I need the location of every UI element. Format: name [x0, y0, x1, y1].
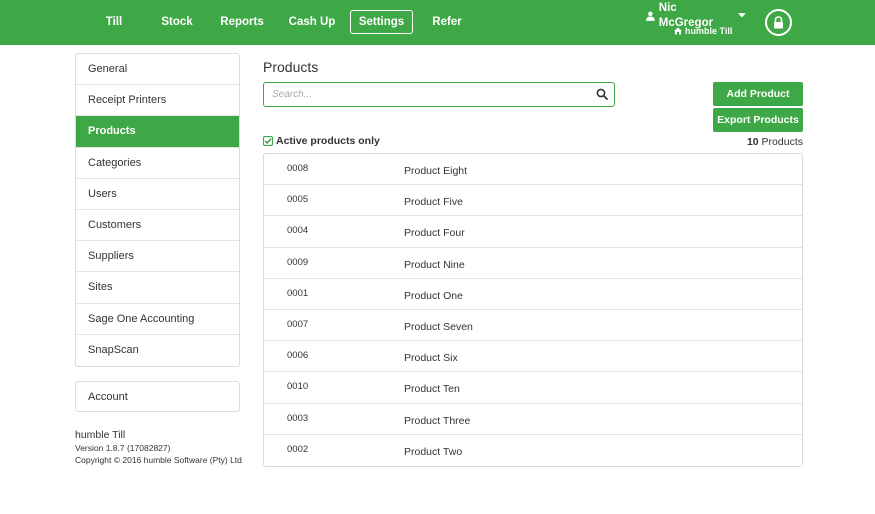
- nav-item-till[interactable]: Till: [95, 10, 133, 34]
- sidebar-item-sites[interactable]: Sites: [76, 272, 239, 304]
- sidebar-item-snapscan[interactable]: SnapScan: [76, 335, 239, 366]
- table-row[interactable]: 0008 Product Eight: [264, 154, 802, 186]
- nav-item-cash-up[interactable]: Cash Up: [286, 10, 338, 34]
- table-row[interactable]: 0001 Product One: [264, 279, 802, 310]
- table-row[interactable]: 0009 Product Nine: [264, 248, 802, 279]
- product-code: 0006: [287, 350, 309, 362]
- product-code: 0002: [287, 443, 309, 455]
- active-products-filter[interactable]: Active products only: [263, 135, 380, 147]
- sidebar-item-users[interactable]: Users: [76, 179, 239, 210]
- product-name: Product Four: [404, 227, 465, 240]
- sidebar-item-receipt-printers[interactable]: Receipt Printers: [76, 85, 239, 117]
- table-row[interactable]: 0005 Product Five: [264, 185, 802, 217]
- caret-down-icon: [738, 13, 747, 18]
- table-row[interactable]: 0010 Product Ten: [264, 372, 802, 404]
- product-count-number: 10: [746, 136, 759, 148]
- product-code: 0001: [287, 287, 309, 299]
- home-icon: [674, 27, 682, 35]
- search-input[interactable]: [272, 86, 592, 103]
- product-code: 0004: [287, 225, 309, 237]
- store-name: humble Till: [685, 26, 733, 36]
- about-version: Version 1.8.7 (17082827): [75, 443, 171, 453]
- product-code: 0007: [287, 318, 309, 330]
- checkbox-checked-icon[interactable]: [263, 136, 273, 146]
- add-product-button[interactable]: Add Product: [713, 82, 803, 106]
- nav-item-reports[interactable]: Reports: [219, 10, 265, 34]
- product-name: Product Nine: [404, 258, 465, 271]
- product-count: 10 Products: [747, 136, 803, 148]
- product-code: 0009: [287, 256, 309, 268]
- top-nav-bar: Till Stock Reports Cash Up Settings Refe…: [0, 0, 875, 45]
- about-copyright: Copyright © 2016 humble Software (Pty) L…: [75, 455, 242, 465]
- product-name: Product Two: [404, 445, 463, 458]
- nav-item-stock[interactable]: Stock: [156, 10, 198, 34]
- search-icon[interactable]: [596, 88, 608, 100]
- product-name: Product Ten: [404, 383, 460, 396]
- nav-item-refer[interactable]: Refer: [427, 10, 467, 34]
- products-table: 0008 Product Eight 0005 Product Five 0004 P…: [263, 153, 803, 467]
- product-code: 0008: [287, 163, 309, 174]
- table-row[interactable]: 0002 Product Two: [264, 435, 802, 466]
- export-products-button[interactable]: Export Products: [713, 108, 803, 132]
- about-app-name: humble Till: [75, 429, 126, 441]
- sidebar-item-account[interactable]: Account: [75, 381, 240, 412]
- product-code: 0005: [287, 194, 309, 206]
- user-icon: [646, 11, 655, 21]
- product-name: Product Three: [404, 414, 471, 427]
- table-row[interactable]: 0006 Product Six: [264, 341, 802, 373]
- table-row[interactable]: 0007 Product Seven: [264, 310, 802, 342]
- product-code: 0010: [287, 381, 309, 393]
- sidebar-item-customers[interactable]: Customers: [76, 210, 239, 242]
- about-info: humble Till Version 1.8.7 (17082827) Cop…: [75, 429, 245, 466]
- product-name: Product Eight: [404, 165, 468, 177]
- settings-sidebar: General Receipt Printers Products Catego…: [75, 53, 240, 367]
- table-row[interactable]: 0003 Product Three: [264, 404, 802, 435]
- product-name: Product Six: [404, 352, 458, 365]
- sidebar-item-categories[interactable]: Categories: [76, 148, 239, 179]
- sidebar-item-suppliers[interactable]: Suppliers: [76, 241, 239, 273]
- sidebar-item-general[interactable]: General: [76, 54, 239, 86]
- page-title: Products: [263, 59, 319, 75]
- nav-item-settings[interactable]: Settings: [350, 10, 413, 34]
- search-box: [263, 82, 615, 107]
- lock-button[interactable]: [765, 9, 792, 36]
- user-menu[interactable]: Nic McGregor humble Till: [646, 2, 747, 36]
- product-name: Product Seven: [404, 320, 473, 333]
- sidebar-item-sage-one-accounting[interactable]: Sage One Accounting: [76, 304, 239, 335]
- filter-label: Active products only: [276, 135, 380, 147]
- lock-icon: [774, 16, 783, 29]
- product-name: Product One: [404, 289, 463, 302]
- table-row[interactable]: 0004 Product Four: [264, 216, 802, 248]
- product-name: Product Five: [404, 196, 463, 209]
- sidebar-item-products[interactable]: Products: [76, 116, 239, 148]
- product-code: 0003: [287, 412, 309, 424]
- product-count-label: Products: [758, 136, 803, 148]
